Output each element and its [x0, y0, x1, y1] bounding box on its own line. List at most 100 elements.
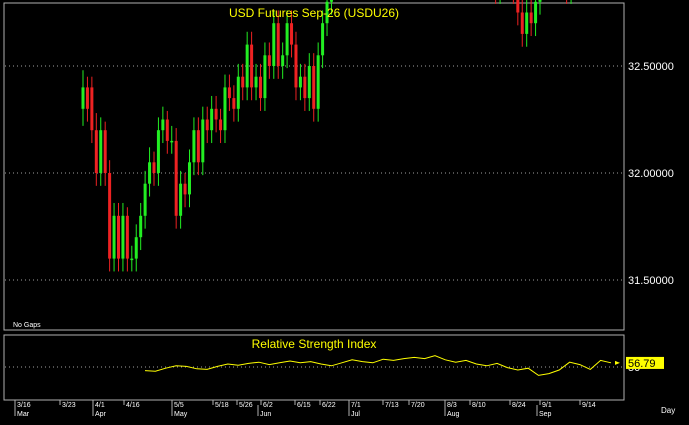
candle-body — [125, 215, 129, 259]
candle-body — [290, 23, 294, 45]
candle-body — [298, 76, 302, 88]
candle-body — [258, 76, 262, 99]
candle-body — [116, 215, 120, 259]
candle-body — [81, 87, 85, 109]
candle-body — [321, 23, 325, 56]
candle-body — [516, 0, 520, 13]
candle-body — [241, 76, 245, 88]
candle-body — [227, 87, 231, 99]
no-gaps-label: No Gaps — [13, 322, 41, 329]
candle-body — [121, 215, 125, 259]
candle-body — [94, 130, 98, 173]
candle-body — [534, 1, 538, 24]
candle-body — [201, 119, 205, 163]
y-tick-label: 31.50000 — [628, 275, 674, 287]
x-axis: 3/16 3/23 4/1 4/16 5/5 5/18 5/26 6/2 6/15 6/22 7/1… — [14, 400, 596, 418]
candle-body — [174, 140, 178, 216]
x-month-label: Mar — [17, 411, 30, 418]
x-day-label: 5/18 — [215, 402, 229, 409]
x-month-label: May — [174, 411, 188, 418]
x-day-label: 3/16 — [17, 402, 31, 409]
candle-body — [307, 66, 311, 99]
x-axis-unit-label: Day — [661, 406, 675, 415]
candle-body — [179, 183, 183, 216]
candle-body — [245, 44, 249, 88]
x-month-label: Jun — [260, 411, 271, 418]
candle-body — [139, 215, 143, 238]
y-tick-label: 32.50000 — [628, 61, 674, 73]
candle-body — [103, 130, 107, 173]
y-axis-labels: 31.5000032.0000032.5000033.50000 — [628, 61, 674, 287]
x-day-label: 8/24 — [512, 402, 526, 409]
x-day-label: 7/13 — [385, 402, 399, 409]
candle-body — [267, 55, 271, 66]
candle-body — [285, 23, 289, 56]
candle-body — [520, 12, 524, 34]
candle-body — [112, 215, 116, 259]
x-month-label: Sep — [539, 411, 552, 418]
x-day-label: 5/5 — [174, 402, 184, 409]
x-day-label: 7/1 — [351, 402, 361, 409]
candle — [108, 160, 112, 272]
x-month-label: Jul — [351, 411, 360, 418]
candle-body — [85, 87, 89, 109]
x-day-label: 3/23 — [62, 402, 76, 409]
candle-body — [250, 44, 254, 88]
candle-body — [316, 55, 320, 109]
x-day-label: 4/1 — [95, 402, 105, 409]
candle-body — [161, 119, 165, 131]
candle-body — [276, 23, 280, 66]
candle-body — [183, 183, 187, 195]
x-day-label: 9/1 — [542, 402, 552, 409]
candle-body — [130, 258, 134, 261]
candle-body — [165, 119, 169, 141]
candle-body — [143, 183, 147, 216]
x-month-label: Aug — [447, 411, 460, 418]
x-day-label: 7/20 — [411, 402, 425, 409]
candle-body — [303, 76, 307, 99]
rsi-title: Relative Strength Index — [252, 337, 377, 351]
candle — [174, 128, 178, 229]
candle-body — [254, 76, 258, 88]
candle-body — [134, 237, 138, 259]
x-day-label: 6/2 — [263, 402, 273, 409]
candle-body — [90, 87, 94, 131]
x-day-label: 4/16 — [126, 402, 140, 409]
candle-body — [148, 162, 152, 184]
candle-body — [219, 119, 223, 131]
candle-body — [192, 130, 196, 163]
candle-body — [312, 66, 316, 109]
candle-body — [156, 130, 160, 173]
x-day-label: 9/14 — [582, 402, 596, 409]
x-day-label: 6/15 — [297, 402, 311, 409]
candle-body — [170, 140, 174, 143]
candle-body — [294, 44, 298, 88]
candle-body — [152, 162, 156, 173]
candle-body — [525, 12, 529, 34]
x-month-label: Apr — [95, 411, 107, 418]
candle-body — [538, 0, 542, 2]
candle-body — [263, 55, 267, 99]
candle-body — [205, 119, 209, 131]
chart-window: USD Futures Sep-26 (USDU26) No Gaps 31.5… — [0, 0, 689, 420]
chart-title: USD Futures Sep-26 (USDU26) — [229, 6, 399, 20]
candle-body — [329, 0, 333, 2]
x-day-label: 8/10 — [472, 402, 486, 409]
x-day-label: 6/22 — [322, 402, 336, 409]
candle-body — [272, 23, 276, 66]
chart-canvas: USD Futures Sep-26 (USDU26) No Gaps 31.5… — [3, 0, 675, 418]
candle-body — [210, 108, 214, 131]
candle-body — [99, 130, 103, 173]
candle-body — [108, 173, 112, 259]
x-day-label: 5/26 — [239, 402, 253, 409]
candle-body — [281, 55, 285, 66]
candle-body — [236, 76, 240, 109]
candle-body — [187, 162, 191, 195]
candle-body — [223, 87, 227, 131]
candle-body — [232, 98, 236, 109]
candle-body — [529, 12, 533, 24]
candle-body — [214, 108, 218, 120]
x-day-label: 8/3 — [447, 402, 457, 409]
candle-body — [196, 130, 200, 163]
y-tick-label: 32.00000 — [628, 168, 674, 180]
